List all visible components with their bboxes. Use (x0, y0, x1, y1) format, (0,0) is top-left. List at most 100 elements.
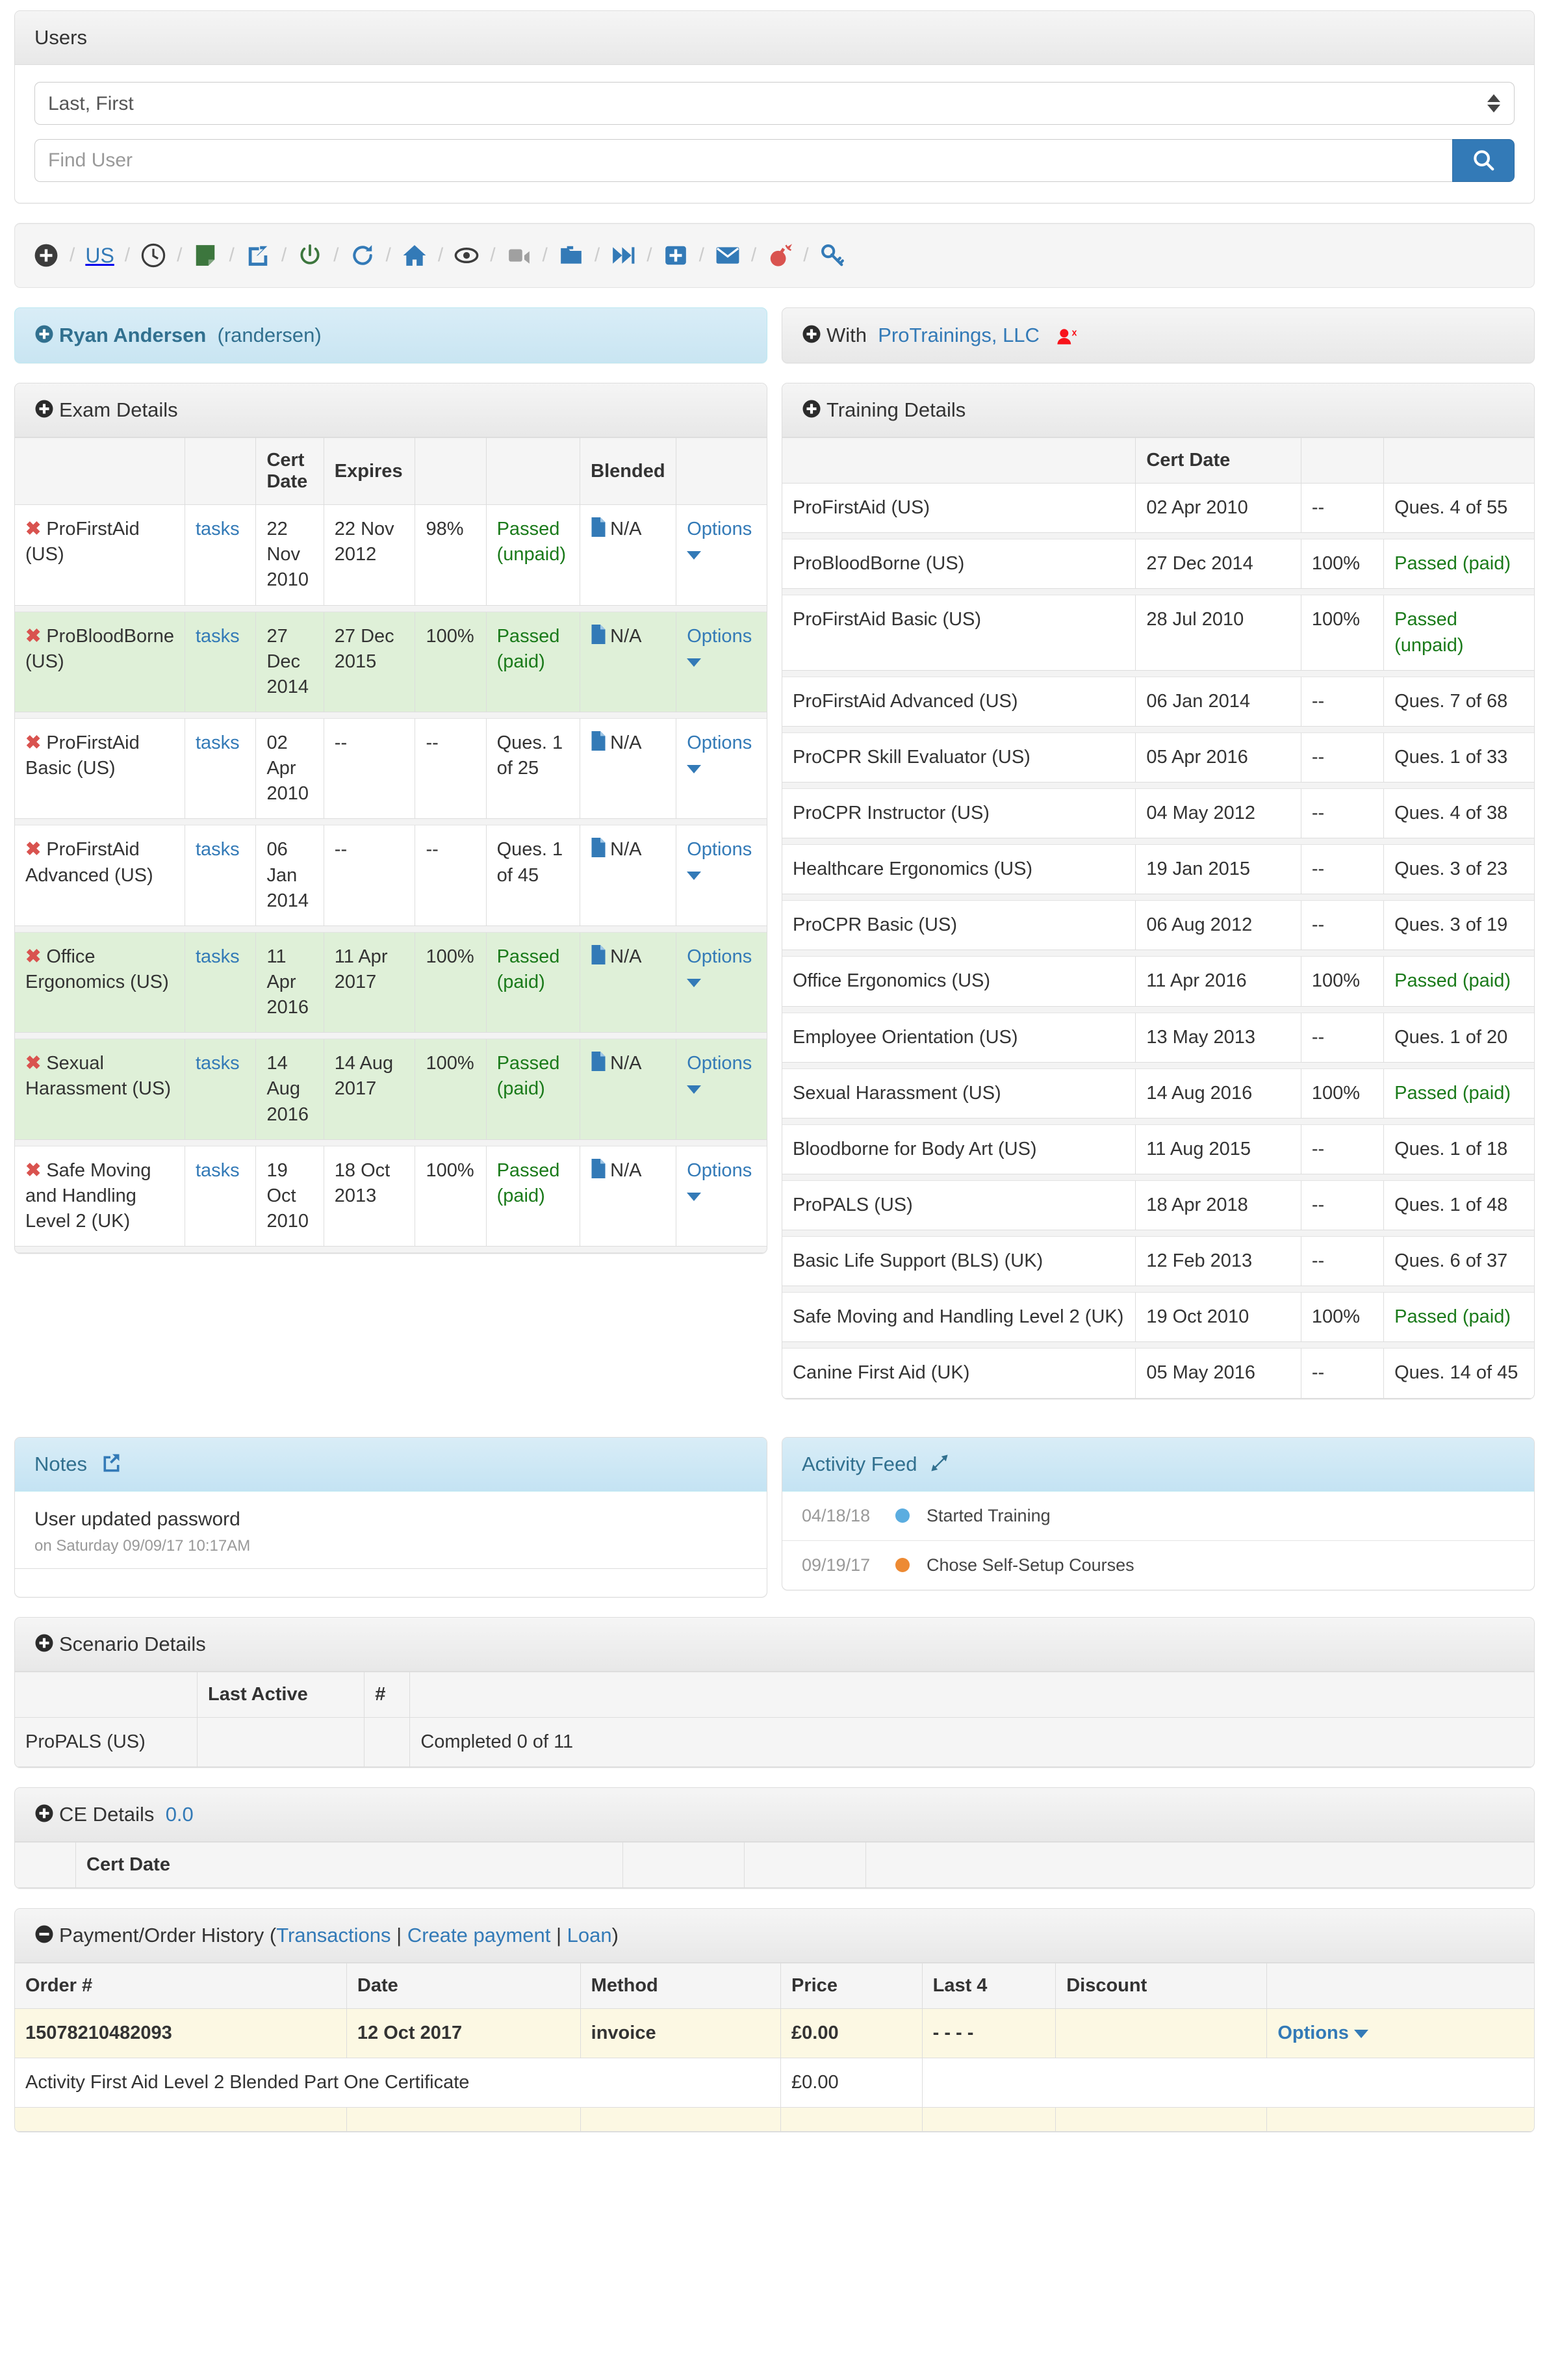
exam-options-cell[interactable]: Options (676, 1039, 767, 1140)
add-box-icon[interactable] (663, 240, 689, 270)
options-link[interactable]: Options (687, 1053, 752, 1074)
exam-tasks-cell[interactable]: tasks (184, 1039, 257, 1140)
tasks-link[interactable]: tasks (196, 946, 240, 967)
exam-tasks-cell[interactable]: tasks (184, 1145, 257, 1247)
activity-date: 09/19/17 (802, 1555, 871, 1575)
exam-options-cell[interactable]: Options (676, 931, 767, 1033)
tasks-link[interactable]: tasks (196, 519, 240, 539)
exam-options-cell[interactable]: Options (676, 825, 767, 926)
training-table-row: Safe Moving and Handling Level 2 (UK) 19 … (782, 1292, 1534, 1343)
row-separator-cell (782, 1230, 1534, 1237)
order-options-cell[interactable]: Options (1266, 2008, 1534, 2059)
options-link[interactable]: Options (1277, 2023, 1349, 2043)
key-icon[interactable] (819, 240, 845, 270)
training-cert-date-cell: 05 Apr 2016 (1135, 732, 1301, 783)
exam-options-cell[interactable]: Options (676, 504, 767, 606)
exam-options-cell[interactable]: Options (676, 1145, 767, 1247)
exam-expires-cell: 14 Aug 2017 (323, 1039, 416, 1140)
alert-icon[interactable] (767, 240, 793, 270)
tasks-link[interactable]: tasks (196, 732, 240, 753)
exam-tasks-cell[interactable]: tasks (184, 931, 257, 1033)
user-remove-icon[interactable]: x (1056, 324, 1079, 346)
exam-blended-cell: N/A (580, 504, 677, 606)
exam-options-cell[interactable]: Options (676, 718, 767, 820)
training-score: -- (1311, 746, 1325, 768)
folder-icon[interactable] (558, 240, 584, 270)
search-button[interactable] (1452, 139, 1515, 183)
exam-details-header[interactable]: Exam Details (15, 383, 767, 438)
expand-arrows-icon[interactable] (930, 1453, 949, 1475)
expand-plus-icon[interactable] (802, 324, 821, 344)
note-icon[interactable] (192, 240, 218, 270)
payment-link-transactions[interactable]: Transactions (276, 1924, 390, 1947)
ce-value[interactable]: 0.0 (166, 1803, 194, 1826)
expand-plus-icon[interactable] (34, 399, 54, 419)
org-header-bar[interactable]: With ProTrainings, LLC x (782, 307, 1535, 364)
remove-icon[interactable]: ✖ (25, 1053, 41, 1074)
exam-cert-date: 11 Apr 2016 (266, 946, 309, 1018)
tasks-link[interactable]: tasks (196, 1053, 240, 1074)
tasks-link[interactable]: tasks (196, 1160, 240, 1181)
activity-dot-icon (895, 1508, 910, 1523)
payment-link-create-payment[interactable]: Create payment (407, 1924, 551, 1947)
home-icon[interactable] (402, 240, 428, 270)
expand-plus-icon[interactable] (34, 1633, 54, 1653)
users-search-card: Users Last, First (14, 10, 1535, 204)
order-number-cell (15, 2107, 347, 2132)
training-status: Passed (paid) (1394, 1082, 1511, 1104)
external-link-icon[interactable] (101, 1453, 120, 1475)
user-sort-select[interactable]: Last, First (34, 82, 1515, 125)
options-link[interactable]: Options (687, 626, 752, 647)
exam-tasks-cell[interactable]: tasks (184, 825, 257, 926)
options-link[interactable]: Options (687, 946, 752, 967)
training-status-cell: Passed (unpaid) (1383, 595, 1534, 671)
expand-plus-icon[interactable] (34, 324, 54, 344)
scenario-details-header[interactable]: Scenario Details (15, 1617, 1534, 1672)
exam-score-cell: 100% (415, 931, 487, 1033)
video-icon[interactable] (506, 240, 532, 270)
training-details-header[interactable]: Training Details (782, 383, 1534, 438)
scenario-table-row: ProPALS (US) Completed 0 of 11 (15, 1716, 1534, 1767)
remove-icon[interactable]: ✖ (25, 839, 41, 860)
forward-icon[interactable] (610, 240, 636, 270)
options-link[interactable]: Options (687, 1160, 752, 1181)
options-link[interactable]: Options (687, 732, 752, 753)
exam-tasks-cell[interactable]: tasks (184, 504, 257, 606)
mail-icon[interactable] (715, 240, 741, 270)
refresh-icon[interactable] (350, 240, 376, 270)
remove-icon[interactable]: ✖ (25, 626, 41, 647)
power-icon[interactable] (297, 240, 323, 270)
scenario-count-cell (364, 1716, 411, 1767)
user-header-bar[interactable]: Ryan Andersen (randersen) (14, 307, 767, 364)
options-link[interactable]: Options (687, 519, 752, 539)
payment-link-loan[interactable]: Loan (567, 1924, 612, 1947)
remove-icon[interactable]: ✖ (25, 946, 41, 967)
remove-icon[interactable]: ✖ (25, 732, 41, 753)
expand-plus-icon[interactable] (34, 1804, 54, 1823)
column-header: Price (780, 1963, 923, 2010)
options-link[interactable]: Options (687, 839, 752, 860)
exam-tasks-cell[interactable]: tasks (184, 718, 257, 820)
org-link[interactable]: ProTrainings, LLC (878, 324, 1040, 346)
history-icon[interactable] (140, 240, 166, 270)
region-us-link[interactable]: US (85, 240, 114, 270)
collapse-minus-icon[interactable] (34, 1924, 54, 1944)
ce-details-header[interactable]: CE Details 0.0 (15, 1787, 1534, 1842)
exam-options-cell[interactable]: Options (676, 611, 767, 713)
add-icon[interactable] (33, 240, 59, 270)
share-icon[interactable] (245, 240, 271, 270)
remove-icon[interactable]: ✖ (25, 519, 41, 539)
row-separator-cell (782, 1341, 1534, 1349)
training-course-name: ProCPR Instructor (US) (793, 803, 990, 824)
payment-history-header[interactable]: Payment/Order History (Transactions | Cr… (15, 1909, 1534, 1963)
training-score-cell: 100% (1300, 539, 1385, 589)
find-user-input[interactable] (34, 139, 1452, 183)
activity-feed-header: Activity Feed (782, 1437, 1534, 1492)
row-separator (782, 588, 1534, 596)
eye-icon[interactable] (454, 240, 480, 270)
tasks-link[interactable]: tasks (196, 626, 240, 647)
expand-plus-icon[interactable] (802, 399, 821, 419)
tasks-link[interactable]: tasks (196, 839, 240, 860)
exam-tasks-cell[interactable]: tasks (184, 611, 257, 713)
remove-icon[interactable]: ✖ (25, 1160, 41, 1181)
